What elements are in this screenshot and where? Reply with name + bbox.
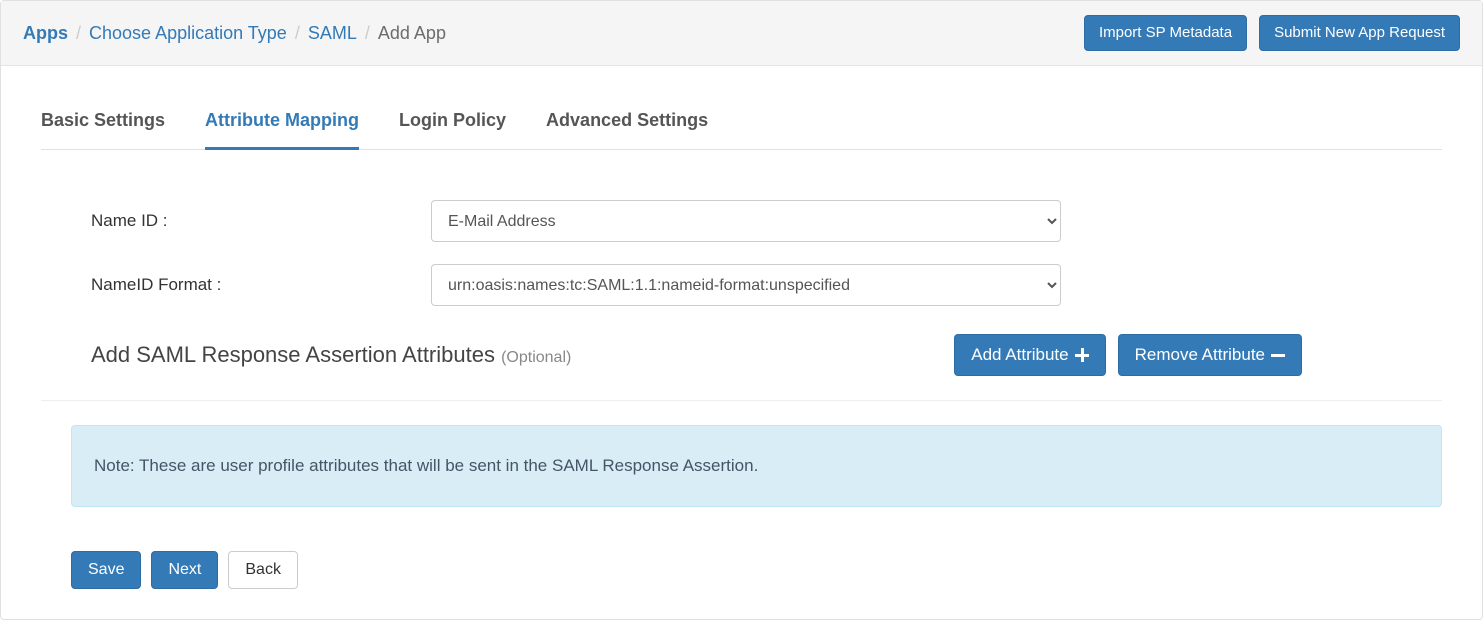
form-area: Name ID : E-Mail Address NameID Format :… <box>41 150 1442 589</box>
remove-attribute-button[interactable]: Remove Attribute <box>1118 334 1302 376</box>
nameid-select[interactable]: E-Mail Address <box>431 200 1061 242</box>
next-button[interactable]: Next <box>151 551 218 588</box>
assertion-section-title: Add SAML Response Assertion Attributes (… <box>91 342 571 368</box>
assertion-optional-text: (Optional) <box>501 349 571 366</box>
app-config-page: Apps / Choose Application Type / SAML / … <box>0 0 1483 620</box>
breadcrumb-choose-type[interactable]: Choose Application Type <box>89 23 287 44</box>
nameid-format-select[interactable]: urn:oasis:names:tc:SAML:1.1:nameid-forma… <box>431 264 1061 306</box>
submit-new-app-request-button[interactable]: Submit New App Request <box>1259 15 1460 51</box>
assertion-section-header: Add SAML Response Assertion Attributes (… <box>91 334 1442 376</box>
tab-basic-settings[interactable]: Basic Settings <box>41 96 165 150</box>
tab-advanced-settings[interactable]: Advanced Settings <box>546 96 708 150</box>
tab-login-policy[interactable]: Login Policy <box>399 96 506 150</box>
minus-icon <box>1271 348 1285 362</box>
topbar: Apps / Choose Application Type / SAML / … <box>1 1 1482 66</box>
tabs: Basic Settings Attribute Mapping Login P… <box>41 96 1442 150</box>
footer-actions: Save Next Back <box>71 551 1442 588</box>
nameid-label: Name ID : <box>91 211 431 231</box>
add-attribute-label: Add Attribute <box>971 345 1068 365</box>
divider <box>41 400 1442 401</box>
breadcrumb-saml[interactable]: SAML <box>308 23 357 44</box>
nameid-row: Name ID : E-Mail Address <box>91 200 1442 242</box>
assertion-actions: Add Attribute Remove Attribute <box>954 334 1302 376</box>
breadcrumb: Apps / Choose Application Type / SAML / … <box>23 23 446 44</box>
back-button[interactable]: Back <box>228 551 298 588</box>
save-button[interactable]: Save <box>71 551 141 588</box>
breadcrumb-sep: / <box>76 23 81 44</box>
plus-icon <box>1075 348 1089 362</box>
breadcrumb-sep: / <box>295 23 300 44</box>
topbar-actions: Import SP Metadata Submit New App Reques… <box>1084 15 1460 51</box>
note-box: Note: These are user profile attributes … <box>71 425 1442 507</box>
tab-attribute-mapping[interactable]: Attribute Mapping <box>205 96 359 150</box>
breadcrumb-current: Add App <box>378 23 446 44</box>
remove-attribute-label: Remove Attribute <box>1135 345 1265 365</box>
breadcrumb-apps[interactable]: Apps <box>23 23 68 44</box>
import-sp-metadata-button[interactable]: Import SP Metadata <box>1084 15 1247 51</box>
breadcrumb-sep: / <box>365 23 370 44</box>
nameid-format-row: NameID Format : urn:oasis:names:tc:SAML:… <box>91 264 1442 306</box>
add-attribute-button[interactable]: Add Attribute <box>954 334 1105 376</box>
assertion-title-text: Add SAML Response Assertion Attributes <box>91 342 501 367</box>
body: Basic Settings Attribute Mapping Login P… <box>1 66 1482 619</box>
nameid-format-label: NameID Format : <box>91 275 431 295</box>
